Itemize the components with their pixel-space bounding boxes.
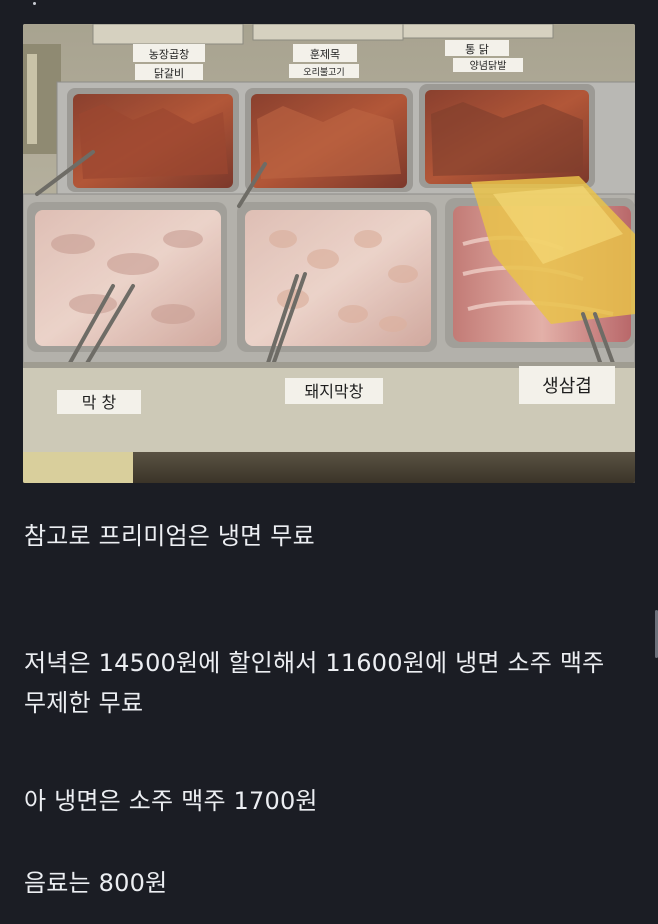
tray-makchang	[27, 202, 227, 352]
svg-text:통 닭: 통 닭	[465, 43, 489, 56]
tray-dakbal	[419, 84, 595, 188]
svg-text:생삼겹: 생삼겹	[542, 376, 592, 397]
label-samgyeop: 생삼겹	[519, 366, 615, 404]
tray-dwaeji-makchang	[237, 202, 437, 352]
svg-text:오리불고기: 오리불고기	[303, 67, 344, 78]
label-dwaeji-makchang: 돼지막창	[285, 378, 383, 404]
post-line-unlimited: 무제한 무료	[24, 689, 144, 717]
tray-dakgalbi	[67, 88, 239, 192]
post-line-dinner-price: 저녁은 14500원에 할인해서 11600원에 냉면 소주 맥주	[24, 649, 605, 677]
tray-duck	[245, 88, 413, 192]
post-line-premium: 참고로 프리미엄은 냉면 무료	[24, 522, 315, 550]
svg-text:농장곱창: 농장곱창	[149, 48, 189, 61]
svg-text:훈제목: 훈제목	[310, 48, 340, 61]
svg-text:닭갈비: 닭갈비	[154, 66, 184, 80]
label-top-left: 농장곱창 닭갈비	[133, 44, 205, 80]
top-dot	[33, 2, 36, 5]
post-line-naengmyeon-price: 아 냉면은 소주 맥주 1700원	[24, 787, 318, 815]
svg-text:막 창: 막 창	[82, 393, 117, 412]
svg-text:양념닭발: 양념닭발	[470, 60, 507, 72]
svg-text:돼지막창: 돼지막창	[305, 382, 364, 401]
tray-samgyeop	[445, 176, 635, 348]
post-line-drink-price: 음료는 800원	[24, 869, 168, 897]
label-makchang: 막 창	[57, 390, 141, 414]
label-top-mid: 훈제목 오리불고기	[289, 44, 359, 78]
buffet-photo[interactable]: 농장곱창 닭갈비 훈제목 오리불고기 통 닭 양념닭발 막 창 돼지막창 생삼겹	[23, 24, 635, 483]
